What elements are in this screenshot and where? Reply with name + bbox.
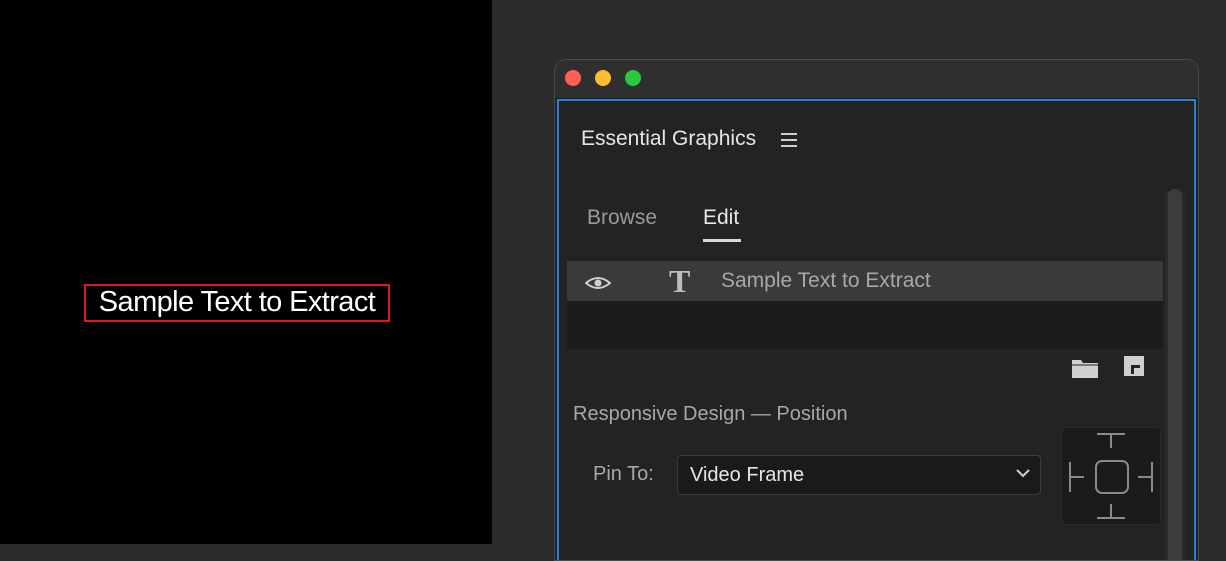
minimize-window-button[interactable] [595,70,611,86]
eye-icon[interactable] [585,276,611,290]
active-tab-indicator [703,239,741,242]
layer-list-empty-area [567,301,1163,349]
selected-text-layer[interactable]: Sample Text to Extract [84,284,390,322]
tab-browse[interactable]: Browse [587,206,657,230]
program-monitor: Sample Text to Extract [0,0,492,544]
scrollbar-thumb[interactable] [1168,189,1182,560]
layer-row[interactable]: T Sample Text to Extract [567,261,1163,301]
pin-to-dropdown[interactable]: Video Frame [677,455,1041,495]
panel-title: Essential Graphics [581,127,757,150]
chevron-down-icon [1016,469,1030,478]
scrollbar[interactable] [1165,189,1185,560]
zoom-window-button[interactable] [625,70,641,86]
pin-to-label: Pin To: [593,463,654,485]
pin-edges-widget[interactable] [1061,427,1161,525]
responsive-design-heading: Responsive Design — Position [573,403,848,425]
text-layer-icon: T [669,263,691,299]
panel-menu-icon[interactable] [781,133,797,147]
essential-graphics-window: Essential Graphics Browse Edit T Sample … [554,59,1199,561]
folder-icon[interactable] [1071,357,1099,379]
pin-to-value: Video Frame [690,464,805,486]
layer-name: Sample Text to Extract [721,269,931,292]
new-layer-icon[interactable] [1123,355,1145,377]
close-window-button[interactable] [565,70,581,86]
tab-edit[interactable]: Edit [703,206,739,230]
essential-graphics-panel: Essential Graphics Browse Edit T Sample … [557,99,1196,560]
window-titlebar[interactable] [555,60,1198,99]
